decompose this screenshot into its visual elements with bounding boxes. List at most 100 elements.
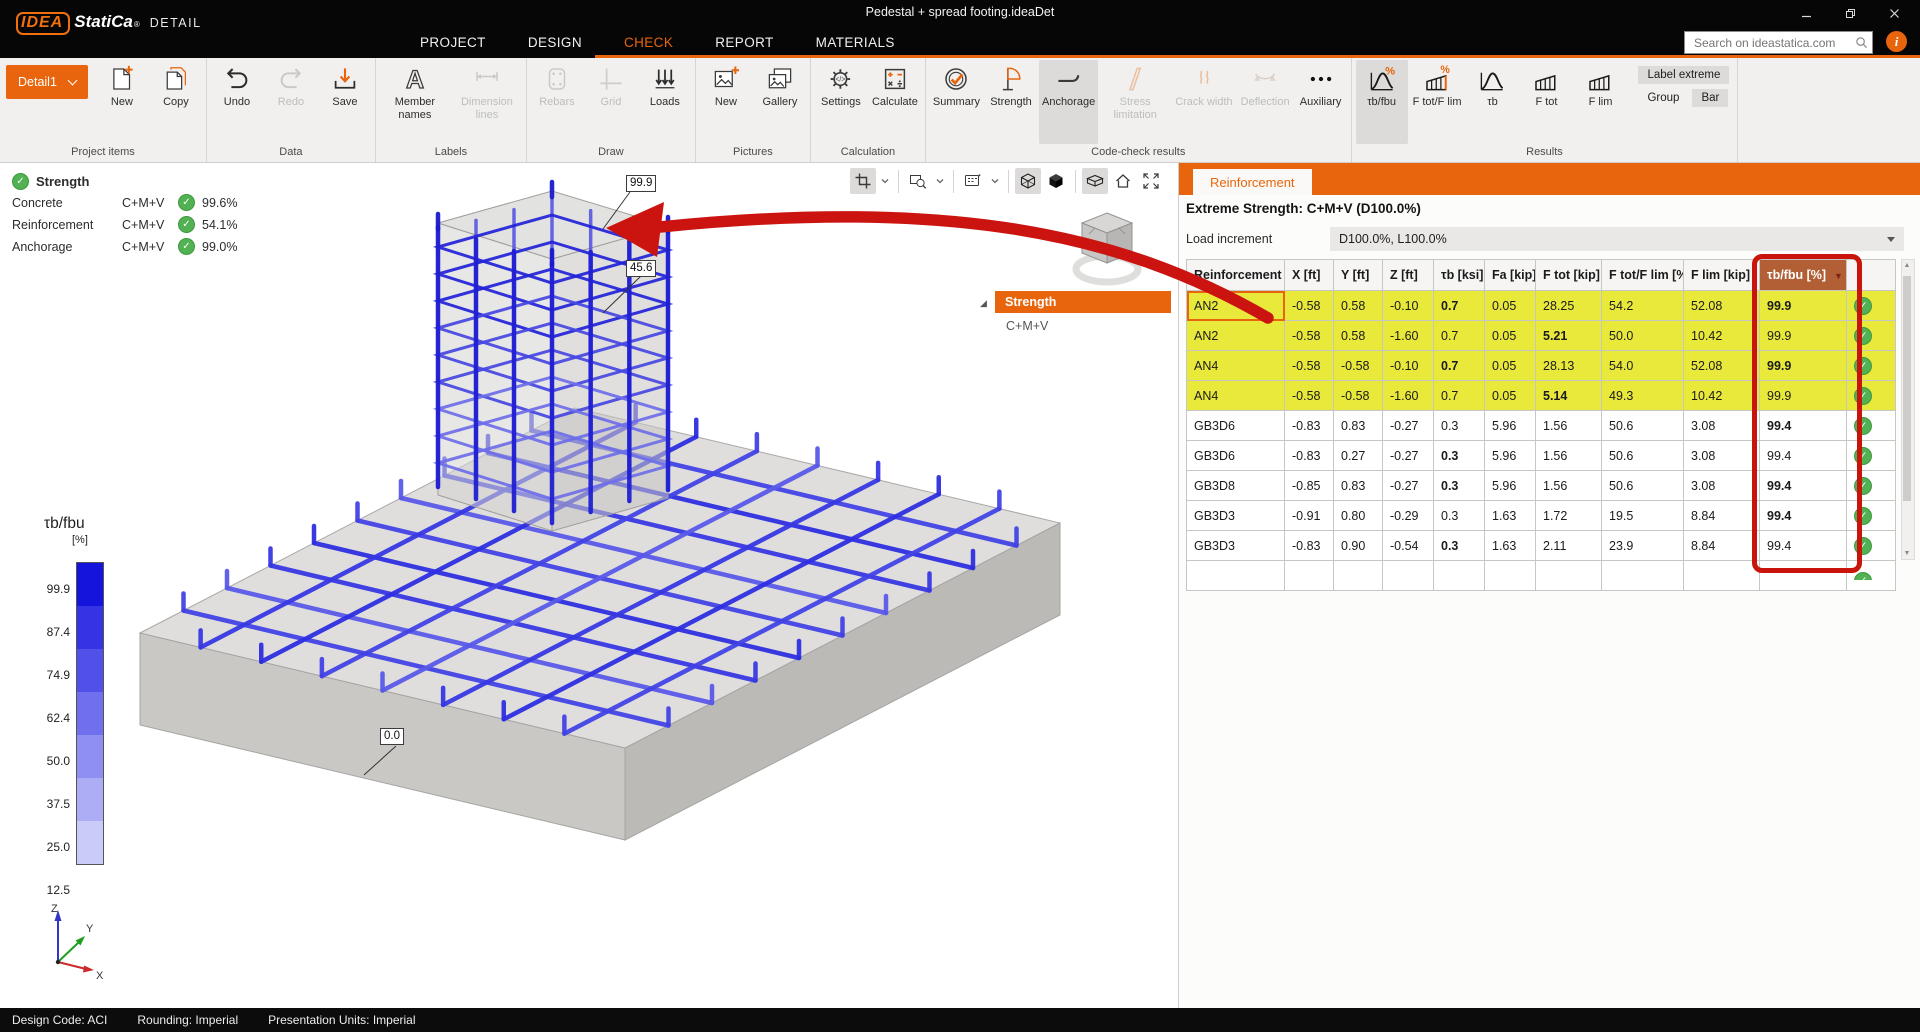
navigation-cube[interactable] <box>1064 201 1150 300</box>
undo-button[interactable]: Undo <box>211 60 263 144</box>
table-row[interactable]: AN4-0.58-0.58-1.600.70.055.1449.310.4299… <box>1187 381 1896 411</box>
column-header-f-tot-kip[interactable]: F tot [kip] <box>1536 260 1602 291</box>
cell[interactable]: AN4 <box>1187 381 1285 411</box>
cell[interactable]: 99.9 <box>1760 321 1847 351</box>
cell[interactable]: -1.60 <box>1383 381 1434 411</box>
cell[interactable]: 52.08 <box>1684 351 1760 381</box>
column-header-f-tot-f-lim[interactable]: F tot/F lim [%] <box>1602 260 1684 291</box>
f-tot-f-lim-button[interactable]: %F tot/F lim <box>1410 60 1465 144</box>
cell[interactable]: 2.11 <box>1536 531 1602 561</box>
cell[interactable]: 1.56 <box>1536 411 1602 441</box>
cell[interactable]: -0.10 <box>1383 351 1434 381</box>
save-button[interactable]: Save <box>319 60 371 144</box>
column-header-x-ft[interactable]: X [ft] <box>1285 260 1334 291</box>
column-header-y-ft[interactable]: Y [ft] <box>1334 260 1383 291</box>
cell[interactable]: 54.0 <box>1602 351 1684 381</box>
bar-toggle[interactable]: Bar <box>1692 89 1728 107</box>
cell[interactable]: AN2 <box>1187 291 1285 321</box>
cell[interactable]: -0.83 <box>1285 411 1334 441</box>
tree-item-combination[interactable]: C+M+V <box>995 313 1171 333</box>
f-tot-button[interactable]: F tot <box>1520 60 1572 144</box>
menu-item-project[interactable]: PROJECT <box>420 35 486 50</box>
cell[interactable]: GB3D3 <box>1187 531 1285 561</box>
crop-icon[interactable] <box>850 168 876 194</box>
restore-button[interactable] <box>1828 0 1872 26</box>
cell[interactable]: 0.80 <box>1334 501 1383 531</box>
table-row[interactable]: GB3D6-0.830.83-0.270.35.961.5650.63.0899… <box>1187 411 1896 441</box>
table-row[interactable]: GB3D8-0.850.83-0.270.35.961.5650.63.0899… <box>1187 471 1896 501</box>
cell[interactable]: 0.58 <box>1334 321 1383 351</box>
cell[interactable]: 1.56 <box>1536 471 1602 501</box>
cell[interactable]: 0.05 <box>1485 381 1536 411</box>
scrollbar-thumb[interactable] <box>1903 276 1911 501</box>
table-scrollbar[interactable]: ▲ ▼ <box>1901 259 1915 560</box>
cell[interactable]: 54.2 <box>1602 291 1684 321</box>
label-extreme-toggle[interactable]: Label extreme <box>1638 66 1729 84</box>
cell[interactable]: -0.58 <box>1285 291 1334 321</box>
cell[interactable]: 5.14 <box>1536 381 1602 411</box>
cell[interactable]: 28.25 <box>1536 291 1602 321</box>
cell[interactable]: 99.4 <box>1760 411 1847 441</box>
column-header-b-ksi[interactable]: τb [ksi] <box>1434 260 1485 291</box>
cell[interactable]: 0.3 <box>1434 441 1485 471</box>
cell[interactable]: 0.58 <box>1334 291 1383 321</box>
b-button[interactable]: τb <box>1466 60 1518 144</box>
menu-item-report[interactable]: REPORT <box>715 35 773 50</box>
display-values-chevron-down-icon[interactable] <box>988 168 1002 194</box>
cell[interactable]: 10.42 <box>1684 321 1760 351</box>
minimize-button[interactable] <box>1784 0 1828 26</box>
table-row[interactable]: GB3D6-0.830.27-0.270.35.961.5650.63.0899… <box>1187 441 1896 471</box>
cell[interactable]: 0.83 <box>1334 471 1383 501</box>
cell[interactable]: 99.9 <box>1760 291 1847 321</box>
cell[interactable]: 99.4 <box>1760 501 1847 531</box>
selection-zoom-icon[interactable] <box>905 168 931 194</box>
menu-item-design[interactable]: DESIGN <box>528 35 582 50</box>
cell[interactable]: -0.58 <box>1334 351 1383 381</box>
cell[interactable]: -0.58 <box>1285 321 1334 351</box>
tab-reinforcement[interactable]: Reinforcement <box>1193 169 1312 195</box>
scroll-up-icon[interactable]: ▲ <box>1902 262 1912 269</box>
cell[interactable]: 0.7 <box>1434 351 1485 381</box>
cell[interactable]: -0.83 <box>1285 441 1334 471</box>
new-button[interactable]: New <box>700 60 752 144</box>
cell[interactable]: AN2 <box>1187 321 1285 351</box>
cell[interactable]: -0.10 <box>1383 291 1434 321</box>
column-header-fa-kip[interactable]: Fa [kip] <box>1485 260 1536 291</box>
cell[interactable]: -0.91 <box>1285 501 1334 531</box>
table-row[interactable]: AN2-0.580.58-0.100.70.0528.2554.252.0899… <box>1187 291 1896 321</box>
summary-button[interactable]: Summary <box>930 60 983 144</box>
cell[interactable]: GB3D6 <box>1187 441 1285 471</box>
cell[interactable]: 19.5 <box>1602 501 1684 531</box>
copy-button[interactable]: Copy <box>150 60 202 144</box>
column-header-z-ft[interactable]: Z [ft] <box>1383 260 1434 291</box>
cell[interactable]: 0.3 <box>1434 411 1485 441</box>
table-row[interactable]: AN2-0.580.58-1.600.70.055.2150.010.4299.… <box>1187 321 1896 351</box>
cell[interactable]: 50.6 <box>1602 411 1684 441</box>
close-button[interactable] <box>1872 0 1916 26</box>
cell[interactable]: 0.05 <box>1485 291 1536 321</box>
cell[interactable]: 0.05 <box>1485 351 1536 381</box>
cell[interactable]: -0.54 <box>1383 531 1434 561</box>
cell[interactable]: 0.83 <box>1334 411 1383 441</box>
cell[interactable]: 0.3 <box>1434 471 1485 501</box>
info-button[interactable]: i <box>1886 31 1907 52</box>
cell[interactable]: -0.85 <box>1285 471 1334 501</box>
auxiliary-button[interactable]: Auxiliary <box>1295 60 1347 144</box>
menu-item-materials[interactable]: MATERIALS <box>816 35 895 50</box>
cell[interactable]: 99.9 <box>1760 351 1847 381</box>
cell[interactable]: 99.4 <box>1760 441 1847 471</box>
column-header-reinforcement[interactable]: Reinforcement <box>1187 260 1285 291</box>
cell[interactable]: 0.7 <box>1434 291 1485 321</box>
cell[interactable]: 3.08 <box>1684 411 1760 441</box>
f-lim-button[interactable]: F lim <box>1574 60 1626 144</box>
settings-button[interactable]: </>Settings <box>815 60 867 144</box>
tree-item-strength[interactable]: ◢ Strength <box>995 291 1171 313</box>
model-viewport[interactable]: ✓ Strength ConcreteC+M+V✓99.6%Reinforcem… <box>0 163 1179 1009</box>
group-toggle[interactable]: Group <box>1638 89 1688 107</box>
cell[interactable]: 0.27 <box>1334 441 1383 471</box>
load-increment-dropdown[interactable]: D100.0%, L100.0% <box>1330 227 1904 251</box>
cell[interactable]: AN4 <box>1187 351 1285 381</box>
anchorage-button[interactable]: Anchorage <box>1039 60 1098 144</box>
cell[interactable]: -0.29 <box>1383 501 1434 531</box>
column-header-b-fbu[interactable]: τb/fbu [%]▼ <box>1760 260 1847 291</box>
